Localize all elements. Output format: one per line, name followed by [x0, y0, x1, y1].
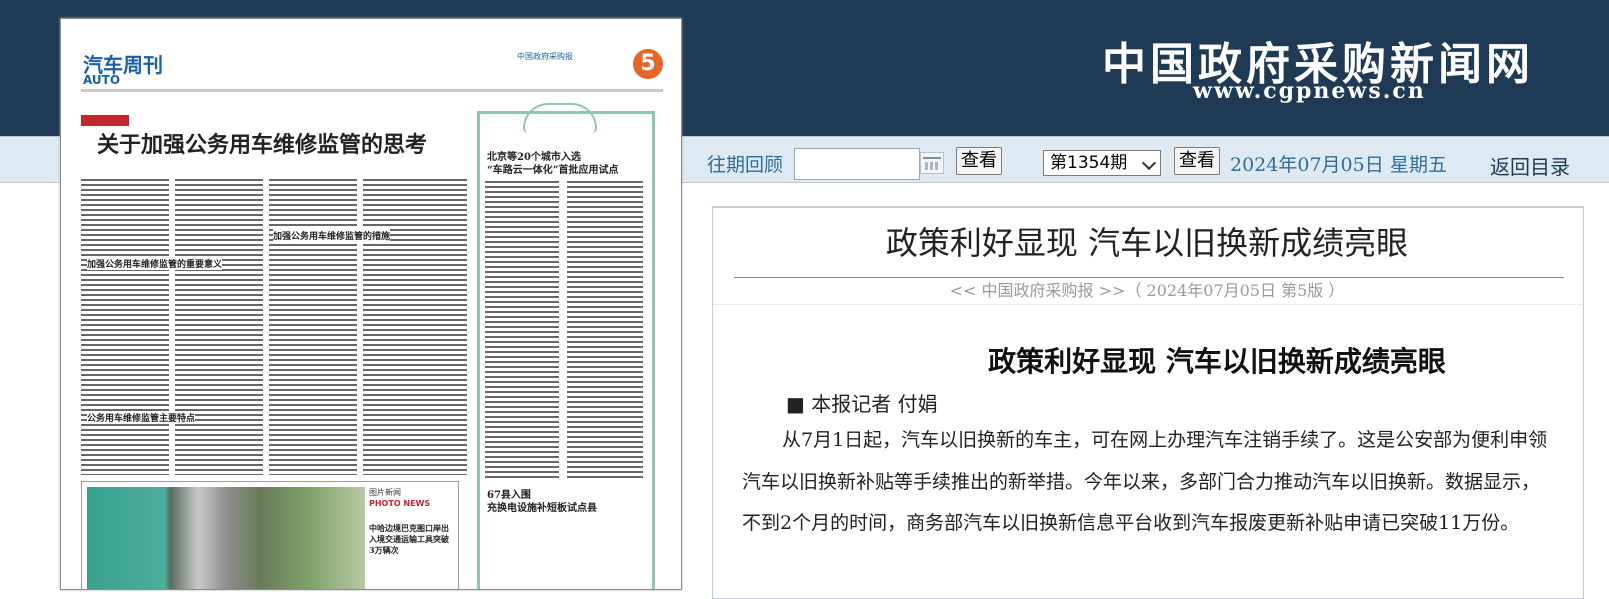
- newspaper-page-image[interactable]: 汽车周刊 AUTO 中国政府采购报 5 关于加强公务用车维修监管的思考 加强公务…: [60, 18, 682, 590]
- photo-label: 图片新闻: [369, 488, 401, 497]
- car-icon: [523, 103, 597, 133]
- calendar-icon[interactable]: [920, 152, 944, 174]
- chevron-down-icon: [1141, 155, 1157, 171]
- text-column: [363, 179, 467, 475]
- text-column: [81, 179, 169, 475]
- view-issue-button[interactable]: 查看: [1174, 147, 1220, 175]
- paper-subhead: 公务用车维修监管主要特点: [87, 411, 196, 424]
- article-paragraph: 从7月1日起，汽车以旧换新的车主，可在网上办理汽车注销手续了。这是公安部为便利申…: [742, 429, 1548, 534]
- archive-date-input[interactable]: [794, 148, 920, 180]
- paper-headline[interactable]: 关于加强公务用车维修监管的思考: [97, 127, 427, 159]
- issue-weekday: 星期五: [1390, 154, 1448, 176]
- text-column: [567, 181, 643, 479]
- article-author: ■ 本报记者 付娟: [786, 392, 938, 416]
- photo-caption-text[interactable]: 中哈边境巴克图口岸出入境交通运输工具突破3万辆次: [369, 523, 453, 556]
- archive-label: 往期回顾: [707, 154, 784, 176]
- paper-photo-caption: 图片新闻 PHOTO NEWS 中哈边境巴克图口岸出入境交通运输工具突破3万辆次: [369, 487, 453, 587]
- paper-subhead: 加强公务用车维修监管的重要意义: [87, 257, 223, 270]
- text-column: [175, 179, 263, 475]
- view-date-button[interactable]: 查看: [956, 147, 1002, 175]
- return-to-contents-link[interactable]: 返回目录: [1490, 151, 1570, 180]
- paper-section-en: AUTO: [83, 73, 121, 87]
- article-title: 政策利好显现 汽车以旧换新成绩亮眼: [885, 224, 1409, 262]
- paper-sidebar-title-2[interactable]: 67县入围 充换电设施补短板试点县: [487, 489, 597, 515]
- article-source: << 中国政府采购报 >>（ 2024年07月05日 第5版 ）: [949, 281, 1345, 300]
- site-url: www.cgpnews.cn: [1193, 78, 1426, 104]
- paper-page-number: 5: [633, 49, 663, 79]
- issue-select-value: 第1354期: [1050, 153, 1128, 173]
- text-column: [269, 179, 357, 475]
- paper-sidebar-title[interactable]: 北京等20个城市入选 “车路云一体化”首批应用试点: [487, 151, 619, 177]
- photo-label-en: PHOTO NEWS: [369, 499, 431, 508]
- paper-tag: [81, 115, 129, 126]
- paper-masthead: 中国政府采购报: [517, 52, 573, 61]
- paper-divider: [81, 89, 663, 92]
- paper-photo: [87, 487, 365, 589]
- article-body-title: 政策利好显现 汽车以旧换新成绩亮眼: [988, 345, 1446, 378]
- paper-subhead: 加强公务用车维修监管的措施: [273, 229, 391, 242]
- issue-select[interactable]: 第1354期: [1043, 150, 1161, 176]
- source-divider: [712, 304, 1582, 305]
- issue-date: 2024年07月05日: [1230, 154, 1384, 176]
- text-column: [485, 181, 559, 479]
